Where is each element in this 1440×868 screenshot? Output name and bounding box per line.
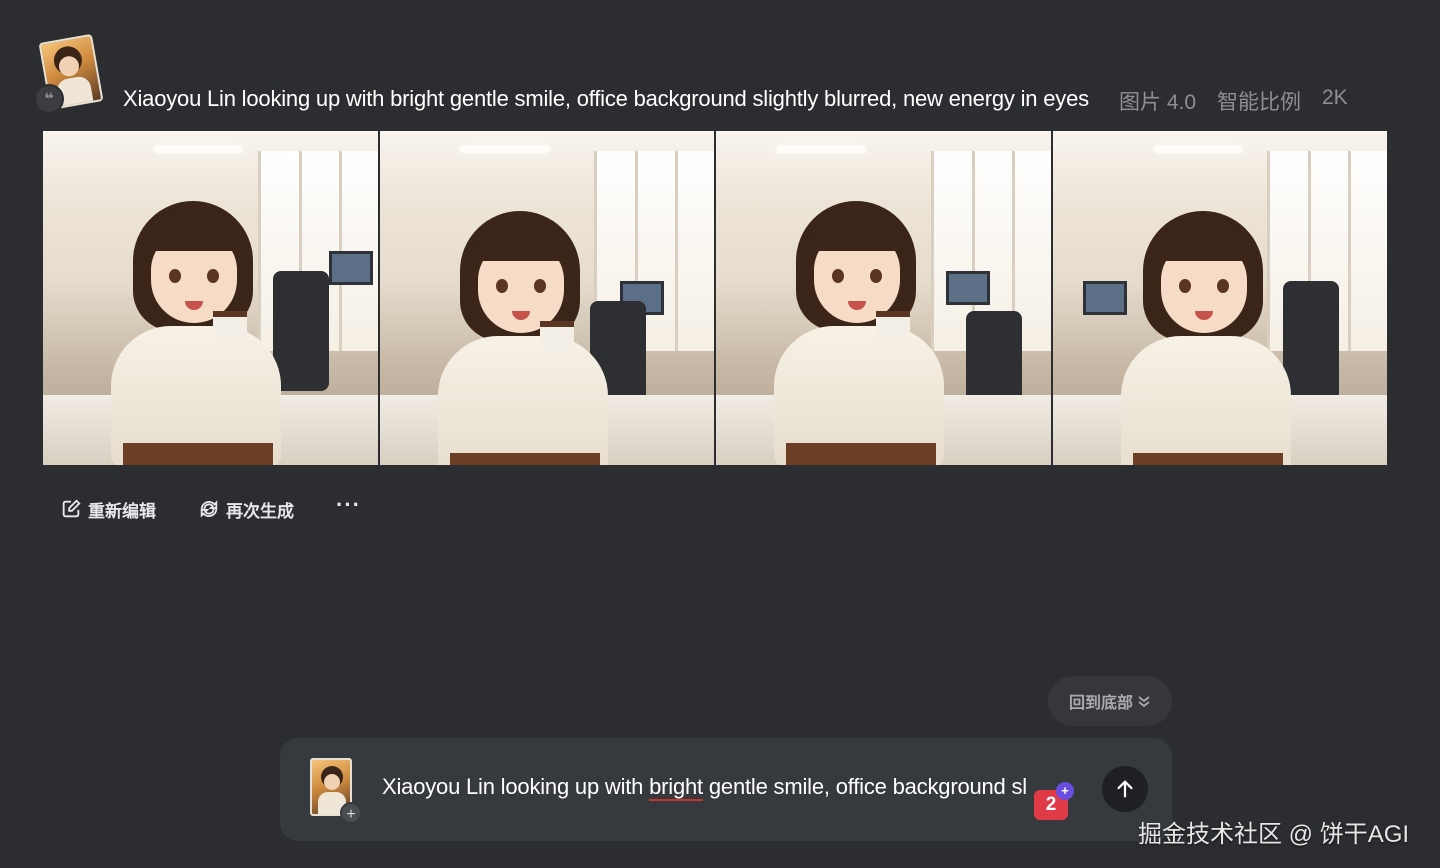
reedit-label: 重新编辑 [88, 501, 156, 521]
model-tag: 图片 4.0 [1119, 91, 1197, 114]
grammar-plus-icon: + [1056, 782, 1074, 800]
spellcheck-underlined-word[interactable]: bright [649, 774, 703, 801]
prompt-composer: + Xiaoyou Lin looking up with bright gen… [280, 738, 1172, 841]
skirt [449, 453, 600, 465]
arrow-up-icon [1117, 780, 1133, 798]
character-figure [1103, 171, 1303, 465]
prompt-input-text-start: Xiaoyou Lin looking up with [382, 774, 650, 799]
coffee-cup [876, 311, 910, 341]
ratio-tag: 智能比例 [1217, 91, 1301, 114]
office-monitor [329, 251, 373, 285]
generated-image-3[interactable] [716, 131, 1051, 465]
bangs [808, 213, 906, 251]
character-figure [756, 161, 956, 465]
regenerate-label: 再次生成 [226, 501, 294, 521]
reedit-button[interactable]: 重新编辑 [60, 497, 156, 522]
prompt-input[interactable]: Xiaoyou Lin looking up with bright gentl… [382, 774, 1050, 804]
bangs [145, 213, 243, 251]
image-actions: 重新编辑 再次生成 ··· [60, 492, 361, 524]
eye [1216, 279, 1229, 293]
sweater [437, 336, 608, 465]
regenerate-button[interactable]: 再次生成 [198, 497, 294, 522]
skirt [1132, 453, 1283, 465]
prompt-text: Xiaoyou Lin looking up with bright gentl… [123, 86, 1089, 111]
watermark: 掘金技术社区 @ 饼干AGI [1138, 821, 1410, 848]
eye [207, 269, 219, 283]
sweater [1120, 336, 1291, 465]
thumbnail-face [57, 54, 81, 78]
prompt-header: ❝ Xiaoyou Lin looking up with bright gen… [34, 33, 1414, 116]
generated-image-grid [43, 131, 1387, 465]
prompt-input-text-end: gentle smile, office background sl [702, 774, 1027, 799]
ceiling-lamp [459, 145, 550, 153]
refresh-icon [200, 500, 218, 518]
generated-image-1[interactable] [43, 131, 378, 465]
grammar-assistant-badge[interactable]: 2 + [1034, 782, 1074, 820]
eye [832, 269, 844, 283]
thumbnail-face [324, 774, 340, 790]
quote-icon[interactable]: ❝ [34, 84, 64, 114]
ceiling-lamp [1152, 145, 1243, 153]
add-reference-button[interactable]: + [340, 802, 362, 824]
ceiling-lamp [776, 145, 866, 153]
generated-image-2[interactable] [379, 131, 714, 465]
more-options-button[interactable]: ··· [336, 492, 361, 518]
eye [533, 279, 546, 293]
eye [1178, 279, 1191, 293]
skirt [123, 443, 273, 465]
edit-icon [62, 499, 81, 518]
skirt [786, 443, 936, 465]
generated-image-4[interactable] [1052, 131, 1387, 465]
eye [495, 279, 508, 293]
send-button[interactable] [1102, 766, 1148, 812]
bangs [471, 223, 570, 261]
character-figure [93, 161, 293, 465]
character-figure [420, 171, 620, 465]
eye [870, 269, 882, 283]
back-to-bottom-button[interactable]: 回到底部 [1048, 676, 1172, 726]
back-to-bottom-label: 回到底部 [1068, 695, 1133, 712]
coffee-cup [213, 311, 247, 341]
ceiling-lamp [153, 145, 243, 153]
resolution-tag: 2K [1322, 86, 1348, 109]
eye [169, 269, 181, 283]
bangs [1154, 223, 1253, 261]
coffee-cup [539, 321, 574, 351]
chevron-double-down-icon [1138, 696, 1150, 708]
